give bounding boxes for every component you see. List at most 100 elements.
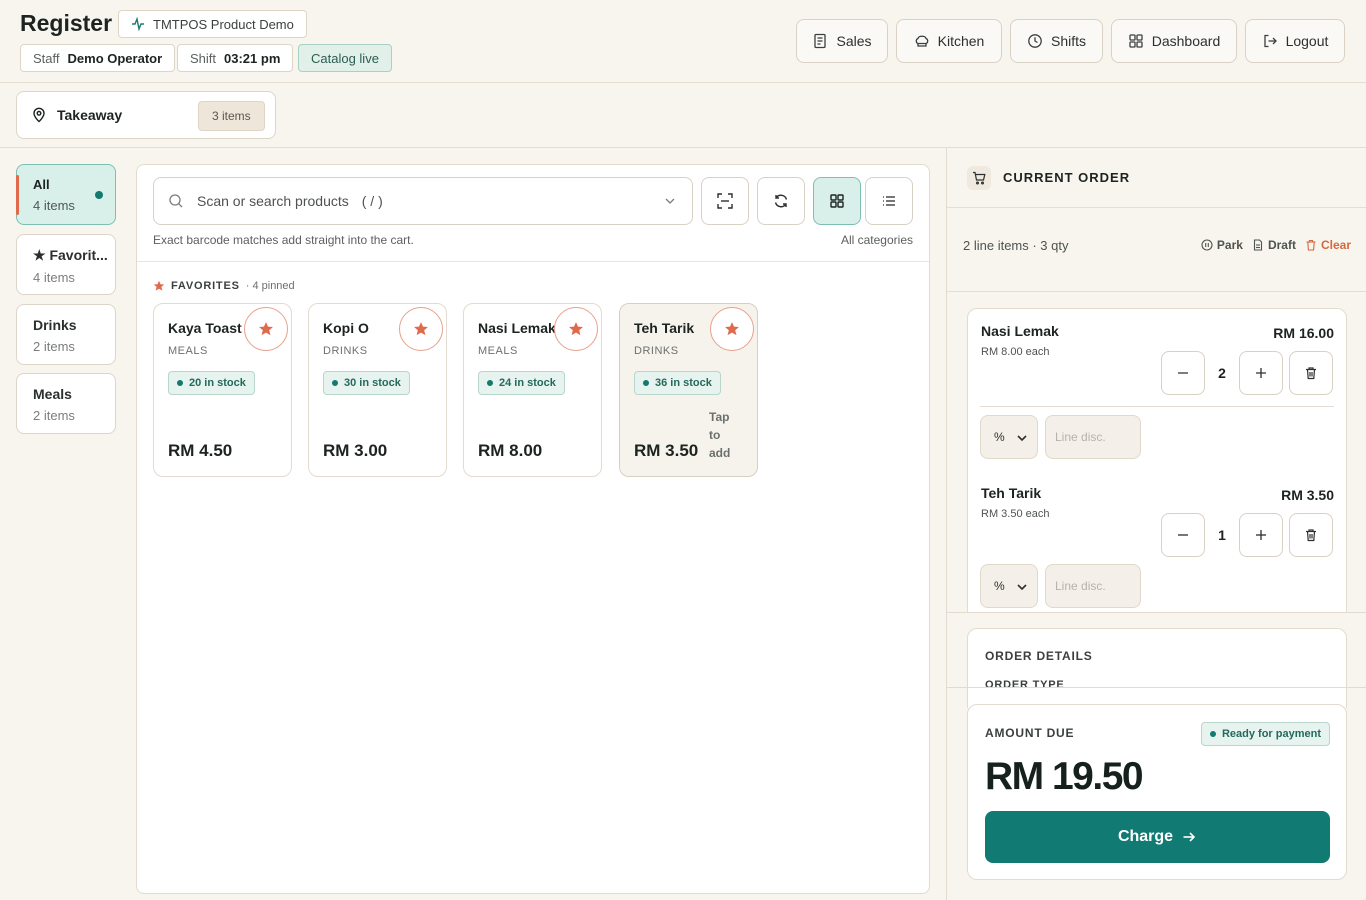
kitchen-label: Kitchen <box>937 33 985 49</box>
product-card-teh-tarik[interactable]: Teh Tarik DRINKS 36 in stock RM 3.50 Tap… <box>619 303 758 477</box>
category-count: 4 items <box>33 198 75 213</box>
increase-qty-button[interactable] <box>1239 513 1283 557</box>
stock-badge: 24 in stock <box>478 371 565 395</box>
payment-status-badge: Ready for payment <box>1200 722 1330 746</box>
increase-qty-button[interactable] <box>1239 351 1283 395</box>
stock-text: 24 in stock <box>499 377 556 389</box>
star-icon <box>258 321 274 337</box>
discount-type-select[interactable]: % <box>980 564 1038 608</box>
cart-count-badge: 3 items <box>198 101 265 131</box>
grid-icon <box>829 193 845 209</box>
tap-to-add-hint: Tap to add <box>709 410 731 460</box>
staff-name: Demo Operator <box>67 50 163 66</box>
sales-label: Sales <box>836 33 872 49</box>
trash-icon <box>1304 528 1318 542</box>
category-all[interactable]: All 4 items <box>16 164 116 225</box>
star-icon <box>724 321 740 337</box>
stock-badge: 30 in stock <box>323 371 410 395</box>
category-drinks[interactable]: Drinks 2 items <box>16 304 116 365</box>
line-discount-input[interactable]: Line disc. <box>1045 415 1141 459</box>
trash-icon <box>1305 239 1317 251</box>
dashboard-button[interactable]: Dashboard <box>1111 19 1237 63</box>
payment-status-text: Ready for payment <box>1221 728 1321 740</box>
minus-icon <box>1176 366 1190 380</box>
shift-label: Shift <box>190 50 217 66</box>
category-filter-label: All categories <box>840 233 913 247</box>
sales-button[interactable]: Sales <box>796 19 888 63</box>
search-placeholder: Scan or search products <box>197 193 349 209</box>
order-actions: Park Draft Clear <box>1201 238 1351 252</box>
shifts-button[interactable]: Shifts <box>1010 19 1103 63</box>
favorites-header: FAVORITES · 4 pinned <box>153 280 295 292</box>
draft-button[interactable]: Draft <box>1252 238 1296 252</box>
category-name: All <box>33 177 50 192</box>
park-label: Park <box>1216 238 1243 252</box>
line-item-qty: 1 <box>1218 527 1226 543</box>
arrow-right-icon <box>1181 829 1197 845</box>
chevron-down-icon[interactable] <box>664 195 676 207</box>
decrease-qty-button[interactable] <box>1161 351 1205 395</box>
clear-label: Clear <box>1320 238 1351 252</box>
remove-line-button[interactable] <box>1289 351 1333 395</box>
product-category: MEALS <box>168 345 208 357</box>
divider <box>137 261 929 262</box>
line-item-qty: 2 <box>1218 365 1226 381</box>
category-count: 2 items <box>33 408 75 423</box>
category-name: Drinks <box>33 317 77 333</box>
search-icon <box>168 193 184 209</box>
plus-icon <box>1254 528 1268 542</box>
product-card-nasi-lemak[interactable]: Nasi Lemak MEALS 24 in stock RM 8.00 <box>463 303 602 477</box>
line-item-total: RM 3.50 <box>1281 487 1334 503</box>
remove-line-button[interactable] <box>1289 513 1333 557</box>
product-card-kaya-toast[interactable]: Kaya Toast MEALS 20 in stock RM 4.50 <box>153 303 292 477</box>
line-item-unit-price: RM 3.50 each <box>981 508 1050 520</box>
scan-button[interactable] <box>701 177 749 225</box>
discount-type-value: % <box>994 579 1005 593</box>
chevron-down-icon <box>1017 435 1027 442</box>
star-icon <box>568 321 584 337</box>
shift-chip: Shift 03:21 pm <box>177 44 294 72</box>
receipt-icon <box>812 33 828 49</box>
trash-icon <box>1304 366 1318 380</box>
discount-type-select[interactable]: % <box>980 415 1038 459</box>
plus-icon <box>1254 366 1268 380</box>
favorite-star-button[interactable] <box>244 307 288 351</box>
logout-button[interactable]: Logout <box>1245 19 1345 63</box>
line-discount-input[interactable]: Line disc. <box>1045 564 1141 608</box>
refresh-button[interactable] <box>757 177 805 225</box>
clear-button[interactable]: Clear <box>1305 238 1351 252</box>
product-panel: Scan or search products ( / ) Exact barc… <box>136 164 930 894</box>
scan-icon <box>716 192 734 210</box>
park-button[interactable]: Park <box>1201 238 1243 252</box>
favorites-pinned-count: · 4 pinned <box>245 280 295 292</box>
charge-button[interactable]: Charge <box>985 811 1330 863</box>
order-type-bar: Takeaway 3 items <box>0 83 1366 148</box>
cart-icon <box>967 165 991 190</box>
dashboard-label: Dashboard <box>1151 33 1221 49</box>
stock-text: 20 in stock <box>189 377 246 389</box>
stock-badge: 36 in stock <box>634 371 721 395</box>
product-search-input[interactable]: Scan or search products ( / ) <box>153 177 693 225</box>
demo-badge: TMTPOS Product Demo <box>118 10 307 38</box>
draft-label: Draft <box>1267 238 1296 252</box>
line-item-name: Nasi Lemak <box>981 323 1059 339</box>
stock-text: 36 in stock <box>655 377 712 389</box>
category-name: Meals <box>33 386 72 402</box>
amount-due-value: RM 19.50 <box>985 755 1144 798</box>
stock-badge: 20 in stock <box>168 371 255 395</box>
category-meals[interactable]: Meals 2 items <box>16 373 116 434</box>
pause-icon <box>1201 239 1213 251</box>
favorite-star-button[interactable] <box>554 307 598 351</box>
favorite-star-button[interactable] <box>399 307 443 351</box>
order-type-heading: ORDER TYPE <box>985 679 1065 691</box>
line-discount-placeholder: Line disc. <box>1055 579 1106 593</box>
product-card-kopi-o[interactable]: Kopi O DRINKS 30 in stock RM 3.00 <box>308 303 447 477</box>
star-icon <box>413 321 429 337</box>
list-view-button[interactable] <box>865 177 913 225</box>
kitchen-button[interactable]: Kitchen <box>896 19 1002 63</box>
decrease-qty-button[interactable] <box>1161 513 1205 557</box>
favorite-star-button[interactable] <box>710 307 754 351</box>
order-type-selector[interactable]: Takeaway 3 items <box>16 91 276 139</box>
category-favorites[interactable]: ★ Favorit... 4 items <box>16 234 116 295</box>
grid-view-button[interactable] <box>813 177 861 225</box>
